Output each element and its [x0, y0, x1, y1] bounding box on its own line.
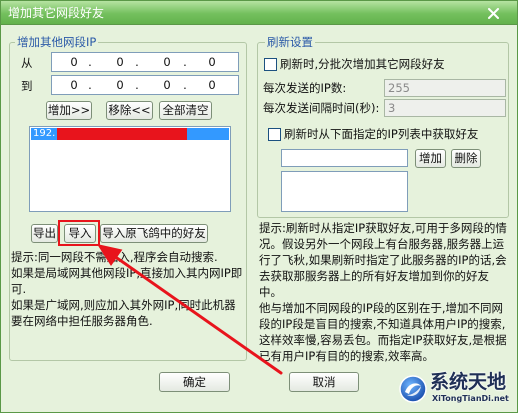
cancel-button[interactable]: 取消	[289, 372, 359, 392]
from-ip-octet-4[interactable]: 0	[205, 55, 219, 69]
ip-dot-separator: .	[88, 78, 92, 92]
ips-per-send-label: 每次发送的IP数:	[263, 81, 347, 95]
ip-dot-separator: .	[183, 78, 187, 92]
delete-ip-button[interactable]: 删除	[451, 149, 481, 168]
remove-ip-range-button[interactable]: 移除<<	[106, 101, 153, 120]
window-title: 增加其它网段好友	[8, 6, 105, 20]
list-item-text: 192.	[33, 128, 56, 139]
hint-paragraph: 提示:同一网段不需加入,程序会自动搜索.	[11, 250, 218, 264]
batch-add-checkbox[interactable]	[264, 58, 277, 71]
ip-range-group-label: 增加其他网段IP	[15, 35, 99, 49]
export-button[interactable]: 导出	[31, 224, 58, 243]
to-ip-octet-2[interactable]: 0	[113, 78, 127, 92]
to-ip-field[interactable]: 0 . 0 . 0 . 0	[51, 75, 239, 95]
add-ip-button[interactable]: 增加	[415, 149, 446, 168]
to-ip-octet-1[interactable]: 0	[67, 78, 81, 92]
refresh-settings-group-label: 刷新设置	[265, 35, 315, 49]
ip-list-checkbox-label[interactable]: 刷新时从下面指定的IP列表中获取好友	[284, 127, 478, 141]
to-label: 到	[21, 79, 33, 93]
batch-add-checkbox-label[interactable]: 刷新时,分批次增加其它网段好友	[280, 57, 445, 71]
send-interval-input[interactable]: 3	[384, 99, 506, 117]
hint-paragraph: 提示:刷新时从指定IP获取好友,可用于多网段的情况。假设另外一个网段上有台服务器…	[259, 221, 507, 299]
import-feige-friends-button[interactable]: 导入原飞鸽中的好友	[100, 224, 208, 243]
ip-list[interactable]	[281, 171, 408, 212]
right-hint-text: 提示:刷新时从指定IP获取好友,可用于多网段的情况。假设另外一个网段上有台服务器…	[259, 220, 511, 364]
close-icon	[488, 7, 499, 19]
ok-button[interactable]: 确定	[159, 372, 230, 392]
ip-dot-separator: .	[183, 55, 187, 69]
close-button[interactable]	[486, 6, 501, 20]
ip-dot-separator: .	[88, 55, 92, 69]
hint-paragraph: 他与增加不同网段的IP段的区别在于,增加不同网段的IP段是盲目的搜索,不知道具体…	[259, 301, 507, 363]
left-hint-text: 提示:同一网段不需加入,程序会自动搜索. 如果是局域网其他网段IP,直接加入其内…	[11, 249, 243, 329]
redaction-bar	[57, 128, 187, 140]
send-interval-label: 每次发送间隔时间(秒):	[263, 101, 380, 115]
from-ip-octet-2[interactable]: 0	[113, 55, 127, 69]
ip-list-checkbox[interactable]	[268, 128, 281, 141]
ip-range-list[interactable]: 192.	[29, 126, 231, 212]
add-ip-range-button[interactable]: 增加>>	[46, 101, 92, 120]
from-ip-octet-1[interactable]: 0	[67, 55, 81, 69]
from-ip-octet-3[interactable]: 0	[160, 55, 174, 69]
clear-all-button[interactable]: 全部清空	[159, 101, 212, 120]
ip-dot-separator: .	[135, 78, 139, 92]
site-logo-icon	[399, 375, 427, 403]
to-ip-octet-3[interactable]: 0	[160, 78, 174, 92]
hint-paragraph: 如果是局域网其他网段IP,直接加入其内网IP即可.	[11, 266, 243, 296]
to-ip-octet-4[interactable]: 0	[205, 78, 219, 92]
hint-paragraph: 如果是广域网,则应加入其外网IP,同时此机器要在网络中担任服务器角色.	[11, 298, 236, 328]
title-bar[interactable]: 增加其它网段好友	[1, 1, 517, 25]
ip-dot-separator: .	[135, 55, 139, 69]
watermark-url: XiTongTianDi.net	[432, 394, 509, 403]
from-ip-field[interactable]: 0 . 0 . 0 . 0	[51, 52, 239, 72]
from-label: 从	[21, 56, 33, 70]
dialog-window: 增加其它网段好友 增加其他网段IP 从 0 . 0 . 0 . 0 到 0 . …	[0, 0, 518, 413]
import-highlight-box	[58, 220, 100, 246]
ips-per-send-input[interactable]: 255	[384, 79, 506, 97]
watermark-name: 系统天地	[430, 371, 507, 393]
ip-address-input[interactable]	[281, 149, 408, 167]
list-item[interactable]: 192.	[31, 128, 229, 140]
